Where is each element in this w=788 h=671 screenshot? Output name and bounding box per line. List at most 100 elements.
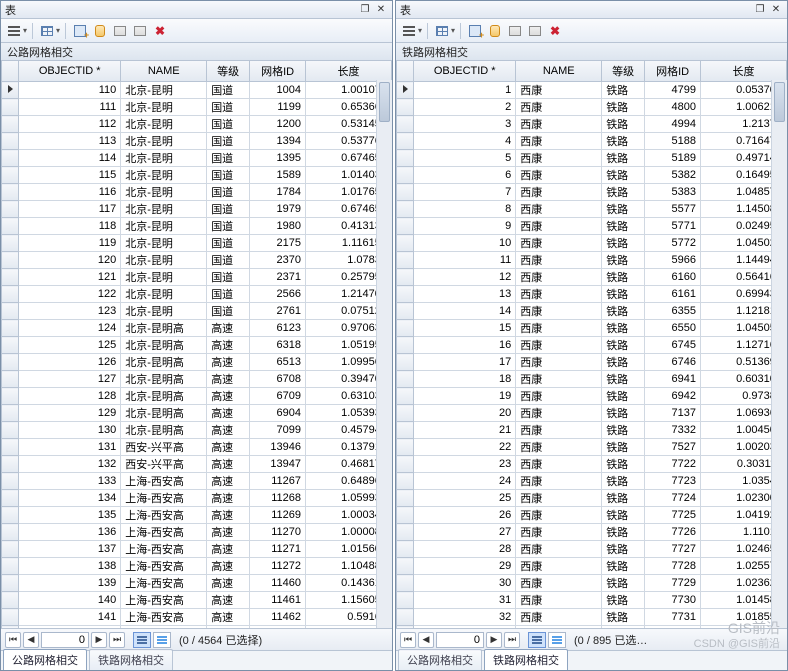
table-row[interactable]: 29西康铁路77281.025572 — [397, 558, 787, 575]
tab-rail-grid[interactable]: 铁路网格相交 — [89, 649, 173, 670]
row-selector[interactable] — [397, 167, 414, 184]
column-header[interactable]: 网格ID — [250, 61, 306, 82]
row-selector[interactable] — [397, 218, 414, 235]
row-selector[interactable] — [2, 252, 19, 269]
table-row[interactable]: 142上海-西安高高速114670.061904 — [2, 626, 392, 629]
clear-selection-button[interactable]: ✖ — [151, 22, 169, 40]
row-selector[interactable] — [397, 320, 414, 337]
data-grid[interactable]: OBJECTID * NAME 等级 网格ID 长度 110北京-昆明国道100… — [1, 61, 392, 628]
clear-selection-button[interactable]: ✖ — [546, 22, 564, 40]
row-selector[interactable] — [397, 507, 414, 524]
row-selector[interactable] — [2, 558, 19, 575]
column-header[interactable]: NAME — [516, 61, 602, 82]
table-row[interactable]: 111北京-昆明国道11990.653665 — [2, 99, 392, 116]
tab-rail-grid[interactable]: 铁路网格相交 — [484, 649, 568, 670]
row-selector[interactable] — [397, 592, 414, 609]
table-row[interactable]: 12西康铁路61600.564165 — [397, 269, 787, 286]
column-header[interactable]: OBJECTID * — [414, 61, 516, 82]
row-selector[interactable] — [397, 184, 414, 201]
chevron-down-icon[interactable]: ▾ — [23, 26, 27, 35]
prev-record-button[interactable]: ◀ — [418, 632, 434, 648]
current-record-input[interactable] — [436, 632, 484, 648]
chevron-down-icon[interactable]: ▾ — [56, 26, 60, 35]
table-row[interactable]: 117北京-昆明国道19790.674657 — [2, 201, 392, 218]
row-selector[interactable] — [397, 541, 414, 558]
show-all-button[interactable] — [528, 632, 546, 648]
tab-road-grid[interactable]: 公路网格相交 — [398, 649, 482, 670]
row-selector[interactable] — [397, 456, 414, 473]
row-selector[interactable] — [397, 388, 414, 405]
row-selector[interactable] — [2, 303, 19, 320]
row-selector[interactable] — [397, 405, 414, 422]
row-selector[interactable] — [2, 201, 19, 218]
table-row[interactable]: 124北京-昆明高高速61230.970637 — [2, 320, 392, 337]
table-row[interactable]: 24西康铁路77231.03542 — [397, 473, 787, 490]
first-record-button[interactable]: ⏮ — [400, 632, 416, 648]
row-selector[interactable] — [397, 252, 414, 269]
row-selector[interactable] — [397, 201, 414, 218]
table-row[interactable]: 28西康铁路77271.024658 — [397, 541, 787, 558]
row-selector[interactable] — [2, 167, 19, 184]
row-selector[interactable] — [397, 337, 414, 354]
select-by-attr-button[interactable] — [111, 22, 129, 40]
next-record-button[interactable]: ▶ — [91, 632, 107, 648]
table-row[interactable]: 8西康铁路55771.145085 — [397, 201, 787, 218]
table-row[interactable]: 126北京-昆明高高速65131.099567 — [2, 354, 392, 371]
related-tables-button[interactable] — [486, 22, 504, 40]
row-selector[interactable] — [2, 473, 19, 490]
table-row[interactable]: 32西康铁路77311.018552 — [397, 609, 787, 626]
row-selector[interactable] — [397, 558, 414, 575]
column-header[interactable]: 长度 — [701, 61, 787, 82]
row-selector[interactable] — [397, 354, 414, 371]
table-row[interactable]: 33西康铁路77321.016784 — [397, 626, 787, 629]
table-row[interactable]: 136上海-西安高高速112701.000081 — [2, 524, 392, 541]
switch-selection-button[interactable] — [526, 22, 544, 40]
row-selector[interactable] — [2, 337, 19, 354]
table-row[interactable]: 114北京-昆明国道13950.674652 — [2, 150, 392, 167]
row-selector[interactable] — [2, 541, 19, 558]
switch-selection-button[interactable] — [131, 22, 149, 40]
row-selector[interactable] — [397, 82, 414, 99]
row-selector[interactable] — [2, 133, 19, 150]
table-row[interactable]: 115北京-昆明国道15891.014032 — [2, 167, 392, 184]
row-selector[interactable] — [397, 116, 414, 133]
table-row[interactable]: 22西康铁路75271.002038 — [397, 439, 787, 456]
table-row[interactable]: 31西康铁路77301.014584 — [397, 592, 787, 609]
table-row[interactable]: 30西康铁路77291.023623 — [397, 575, 787, 592]
row-selector[interactable] — [397, 371, 414, 388]
table-row[interactable]: 18西康铁路69410.603104 — [397, 371, 787, 388]
table-row[interactable]: 10西康铁路57721.045021 — [397, 235, 787, 252]
row-selector[interactable] — [397, 150, 414, 167]
table-row[interactable]: 132西安-兴平高高速139470.468179 — [2, 456, 392, 473]
table-row[interactable]: 26西康铁路77251.041928 — [397, 507, 787, 524]
table-row[interactable]: 27西康铁路77261.11017 — [397, 524, 787, 541]
table-row[interactable]: 19西康铁路69420.97381 — [397, 388, 787, 405]
table-row[interactable]: 110北京-昆明国道10041.001073 — [2, 82, 392, 99]
column-header[interactable]: 等级 — [207, 61, 250, 82]
next-record-button[interactable]: ▶ — [486, 632, 502, 648]
table-row[interactable]: 25西康铁路77241.023006 — [397, 490, 787, 507]
add-field-button[interactable] — [466, 22, 484, 40]
row-selector[interactable] — [397, 575, 414, 592]
row-selector[interactable] — [397, 609, 414, 626]
table-row[interactable]: 121北京-昆明国道23710.257957 — [2, 269, 392, 286]
vertical-scrollbar[interactable] — [376, 80, 392, 628]
table-row[interactable]: 23西康铁路77220.303114 — [397, 456, 787, 473]
row-selector[interactable] — [2, 235, 19, 252]
chevron-down-icon[interactable]: ▾ — [451, 26, 455, 35]
data-grid[interactable]: OBJECTID * NAME 等级 网格ID 长度 1西康铁路47990.05… — [396, 61, 787, 628]
column-header[interactable]: 等级 — [602, 61, 645, 82]
table-row[interactable]: 21西康铁路73321.004505 — [397, 422, 787, 439]
row-selector[interactable] — [2, 439, 19, 456]
close-icon[interactable]: ✕ — [374, 3, 388, 17]
row-selector[interactable] — [2, 388, 19, 405]
row-selector[interactable] — [397, 235, 414, 252]
row-selector[interactable] — [2, 490, 19, 507]
row-selector[interactable] — [397, 524, 414, 541]
chevron-down-icon[interactable]: ▾ — [418, 26, 422, 35]
table-row[interactable]: 119北京-昆明国道21751.116152 — [2, 235, 392, 252]
row-selector[interactable] — [2, 150, 19, 167]
table-row[interactable]: 140上海-西安高高速114611.156054 — [2, 592, 392, 609]
menu-button[interactable] — [400, 22, 418, 40]
row-selector[interactable] — [2, 82, 19, 99]
